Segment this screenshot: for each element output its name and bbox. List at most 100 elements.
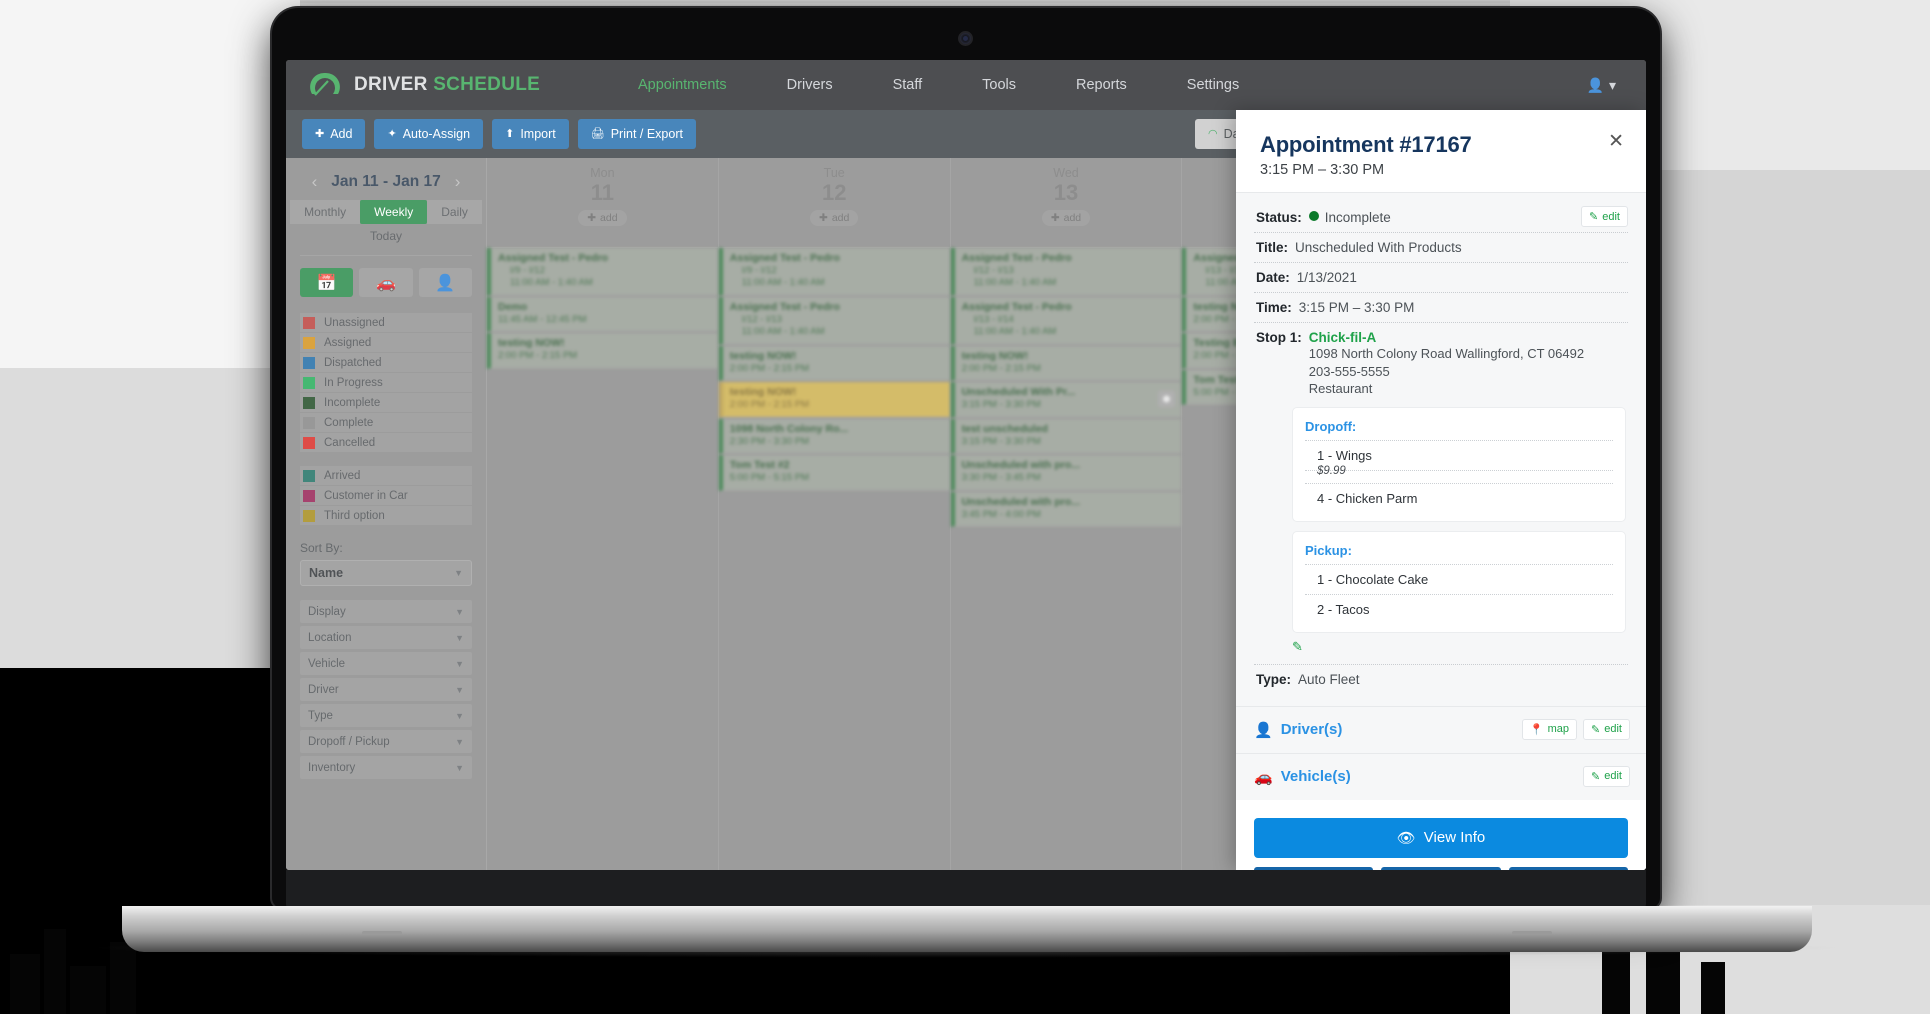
legend-item-in-progress[interactable]: In Progress (300, 373, 472, 392)
mode-vehicle[interactable]: 🚗 (359, 268, 413, 297)
legend-swatch (303, 316, 315, 329)
prev-week-button[interactable]: ‹ (312, 172, 318, 192)
nav-item-drivers[interactable]: Drivers (757, 77, 863, 93)
nav-item-staff[interactable]: Staff (863, 77, 953, 93)
calendar-invite-button[interactable]: 📅 Calendar Invite (1254, 866, 1374, 870)
event-sub1: 3:45 PM - 4:00 PM (961, 508, 1041, 520)
mode-driver[interactable]: 👤 (418, 268, 472, 297)
stop-name[interactable]: Chick-fil-A (1309, 330, 1584, 345)
legend-item-customer-in-car[interactable]: Customer in Car (300, 486, 472, 505)
pickup-item: 1 - Chocolate Cake (1305, 565, 1613, 595)
complete-button[interactable]: ✔ Complete (1508, 866, 1628, 870)
car-icon: 🚗 (1254, 768, 1273, 786)
title-key-label: Title: (1256, 240, 1289, 255)
calendar-event[interactable]: Tom Test #2 5:00 PM - 5:15 PM (718, 455, 950, 491)
calendar-event[interactable]: 1098 North Colony Ro... 2:30 PM - 3:30 P… (718, 418, 950, 455)
filter-label: Inventory (308, 761, 356, 774)
today-button[interactable]: Today (300, 229, 472, 243)
calendar-event[interactable]: Assigned Test - Pedro I/12 - I/13 11:00 … (718, 296, 950, 345)
legend-item-third-option[interactable]: Third option (300, 506, 472, 525)
mode-calendar[interactable]: 📅 (300, 268, 354, 297)
drivers-edit-button[interactable]: ✎ edit (1583, 718, 1630, 740)
laptop-display: DRIVER SCHEDULE Appointments Drivers Sta… (286, 60, 1646, 870)
drivers-map-button[interactable]: 📍 map (1521, 718, 1578, 740)
calendar-event[interactable]: testing NOW! 2:00 PM - 2:15 PM (718, 345, 950, 382)
skyline-silhouette-right-3 (1701, 962, 1725, 1014)
drivers-section-title: 👤 Driver(s) (1254, 721, 1342, 739)
view-info-button[interactable]: 👁 View Info (1254, 817, 1628, 858)
status-legend-primary: Unassigned Assigned Dispatched In Progre… (300, 313, 472, 452)
tab-daily[interactable]: Daily (427, 200, 482, 224)
filter-vehicle[interactable]: Vehicle ▼ (300, 652, 472, 675)
chevron-down-icon: ▼ (455, 658, 464, 669)
calendar-event[interactable]: testing NOW! 2:00 PM - 2:15 PM (718, 382, 950, 418)
day-header: Tue 12 ✚ add (718, 158, 950, 248)
legend-item-complete[interactable]: Complete (300, 413, 472, 432)
add-appointment-button[interactable]: ✚ add (1041, 210, 1091, 227)
event-sub1: 11:45 AM - 12:45 PM (498, 313, 587, 325)
pencil-icon[interactable]: ✎ (1292, 639, 1303, 654)
week-range-label: Jan 11 - Jan 17 (331, 173, 441, 190)
legend-item-assigned[interactable]: Assigned (300, 333, 472, 352)
legend-item-unassigned[interactable]: Unassigned (300, 313, 472, 332)
add-button[interactable]: ✚ Add (302, 119, 366, 149)
filter-location[interactable]: Location ▼ (300, 626, 472, 649)
legend-item-arrived[interactable]: Arrived (300, 466, 472, 485)
calendar-event-selected[interactable]: Unscheduled With Pr... 3:15 PM - 3:30 PM (950, 382, 1182, 418)
filter-dropoff-pickup[interactable]: Dropoff / Pickup ▼ (300, 730, 472, 753)
auto-assign-button[interactable]: ✦ Auto-Assign (374, 119, 484, 149)
tab-monthly[interactable]: Monthly (290, 200, 361, 224)
calendar-event[interactable]: Assigned Test - Pedro I/12 - I/13 11:00 … (950, 248, 1182, 296)
calendar-event[interactable]: testing NOW! 2:00 PM - 2:15 PM (950, 345, 1182, 382)
day-header: Mon 11 ✚ add (487, 158, 718, 248)
event-sub1: 2:00 PM - 2:15 PM (729, 399, 809, 411)
filter-driver[interactable]: Driver ▼ (300, 678, 472, 701)
nav-item-reports[interactable]: Reports (1046, 77, 1157, 93)
nav-item-appointments[interactable]: Appointments (608, 77, 757, 93)
status-edit-button[interactable]: ✎ edit (1581, 206, 1628, 227)
brand-text-driver: DRIVER (354, 74, 428, 95)
nav-item-settings[interactable]: Settings (1157, 77, 1269, 93)
detail-row-status: Status: Incomplete ✎ edit (1254, 203, 1628, 233)
nav-item-tools[interactable]: Tools (952, 77, 1046, 93)
calendar-event[interactable]: Unscheduled with pro... 3:45 PM - 4:00 P… (950, 491, 1182, 527)
legend-item-dispatched[interactable]: Dispatched (300, 353, 472, 372)
vehicles-section-title: 🚗 Vehicle(s) (1254, 768, 1351, 786)
stop-phone: 203-555-5555 (1308, 363, 1390, 379)
calendar-event[interactable]: Assigned Test - Pedro I/9 - I/12 11:00 A… (487, 248, 718, 296)
calendar-event[interactable]: Unscheduled with pro... 3:30 PM - 3:45 P… (950, 455, 1182, 491)
add-appointment-button[interactable]: ✚ add (578, 210, 627, 227)
filter-display[interactable]: Display ▼ (300, 600, 472, 623)
event-title: Unscheduled with pro... (961, 459, 1081, 472)
laptop-device: DRIVER SCHEDULE Appointments Drivers Sta… (82, 8, 1852, 958)
vehicles-edit-button[interactable]: ✎ edit (1583, 765, 1630, 787)
user-menu[interactable]: 👤 ▾ (1587, 77, 1624, 94)
calendar-event[interactable]: Assigned Test - Pedro I/13 - I/14 11:00 … (950, 296, 1182, 345)
view-info-label: View Info (1423, 829, 1486, 847)
tab-weekly[interactable]: Weekly (360, 200, 428, 224)
import-button[interactable]: ⬆ Import (492, 119, 569, 149)
print-export-button[interactable]: 🖨 Print / Export (577, 119, 696, 149)
add-appointment-button[interactable]: ✚ add (810, 210, 859, 227)
background-left-grey (0, 368, 300, 668)
calendar-event[interactable]: testing NOW! 2:00 PM - 2:15 PM (487, 333, 718, 369)
filter-type[interactable]: Type ▼ (300, 704, 472, 727)
legend-item-incomplete[interactable]: Incomplete (300, 393, 472, 412)
sort-by-select[interactable]: Name ▼ (300, 560, 472, 586)
panel-subtitle: 3:15 PM – 3:30 PM (1260, 162, 1385, 178)
event-title: Unscheduled with pro... (961, 495, 1081, 508)
legend-item-cancelled[interactable]: Cancelled (300, 433, 472, 452)
next-week-button[interactable]: › (455, 172, 461, 192)
brand-logo[interactable]: DRIVER SCHEDULE (308, 68, 608, 102)
duplicate-button[interactable]: ⧉ Duplicate (1381, 866, 1501, 870)
close-icon[interactable]: ✕ (1608, 132, 1624, 151)
pencil-icon: ✎ (1589, 211, 1599, 223)
calendar-event[interactable]: test unscheduled 3:15 PM - 3:30 PM (950, 418, 1182, 455)
calendar-event[interactable]: Assigned Test - Pedro I/9 - I/12 11:00 A… (718, 248, 950, 296)
event-sub1: 5:00 PM - 5:15 PM (729, 472, 809, 484)
products-edit-row: ✎ (1256, 633, 1626, 657)
filter-inventory[interactable]: Inventory ▼ (300, 756, 472, 779)
calendar-event[interactable]: Demo 11:45 AM - 12:45 PM (487, 296, 718, 333)
legend-label: Cancelled (324, 436, 376, 449)
dropoff-header: Dropoff: (1305, 416, 1613, 441)
